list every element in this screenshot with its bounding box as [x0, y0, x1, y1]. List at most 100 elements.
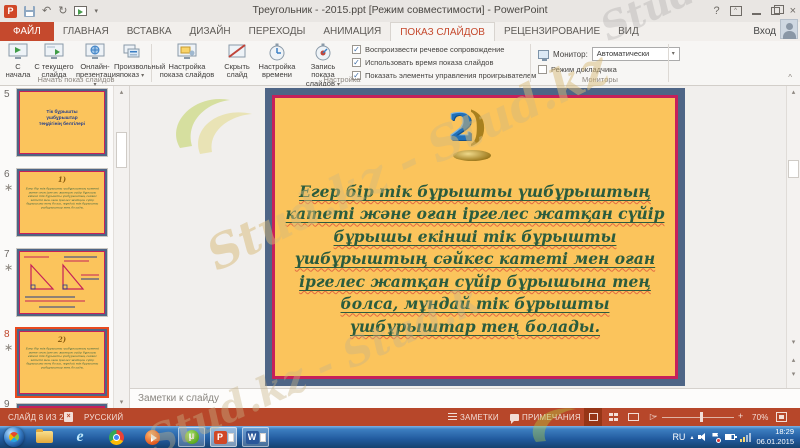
tab-insert[interactable]: ВСТАВКА — [118, 22, 181, 41]
undo-icon[interactable]: ↶ — [42, 4, 51, 18]
stopwatch-icon — [269, 43, 285, 61]
normal-view-button[interactable] — [584, 408, 602, 426]
internet-explorer-icon[interactable]: e — [68, 428, 92, 446]
file-explorer-icon[interactable] — [32, 428, 56, 446]
language-tray-indicator[interactable]: RU — [672, 432, 685, 442]
slide-editor[interactable]: ) 2 Егер бір тік бұрышты үшбұрыштың кате… — [265, 88, 685, 386]
ornament-number: 2 — [449, 107, 475, 149]
checkbox-play-narration[interactable]: ✓ Воспроизвести речевое сопровождение — [352, 45, 504, 54]
tab-review[interactable]: РЕЦЕНЗИРОВАНИЕ — [495, 22, 609, 41]
close-icon[interactable]: × — [790, 4, 796, 18]
language-indicator[interactable]: РУССКИЙ — [84, 413, 123, 422]
thumbnail-slide-8-selected[interactable]: 2) Егер бір тік бұрышты үшбұрыштың катет… — [17, 329, 107, 396]
avatar[interactable] — [780, 19, 798, 39]
minimize-icon[interactable] — [751, 7, 761, 15]
slide-body-text[interactable]: Егер бір тік бұрышты үшбұрыштың катеті ж… — [276, 181, 674, 338]
quick-access-toolbar: P ↶ ↻ ▾ — [4, 3, 98, 19]
checkbox-presenter-view[interactable]: Режим докладчика — [538, 65, 617, 74]
word-icon: W — [245, 430, 259, 444]
thumbnail-scrollbar[interactable]: ▴ ▾ — [113, 86, 129, 408]
thumbnail-slide-7[interactable] — [17, 249, 107, 316]
tab-view[interactable]: ВИД — [609, 22, 648, 41]
zoom-slider-track[interactable] — [662, 417, 734, 418]
hide-slide-icon — [228, 44, 246, 58]
scroll-up-icon[interactable]: ▴ — [114, 88, 129, 96]
notes-toggle-button[interactable]: ЗАМЕТКИ — [448, 413, 499, 422]
tab-animations[interactable]: АНИМАЦИЯ — [314, 22, 390, 41]
thumb-number: 5 — [4, 89, 10, 100]
ribbon-display-options-icon[interactable]: ^ — [729, 6, 742, 16]
fit-slide-to-window-icon[interactable] — [776, 412, 787, 422]
zoom-out-icon[interactable]: − — [652, 411, 657, 421]
scrollbar-thumb[interactable] — [788, 160, 799, 178]
checkbox-unchecked-icon — [538, 65, 547, 74]
comments-icon — [510, 414, 519, 424]
scrollbar-thumb[interactable] — [116, 132, 127, 168]
help-icon[interactable]: ? — [713, 4, 719, 18]
tray-time: 18:29 — [775, 426, 794, 436]
save-icon[interactable] — [24, 5, 35, 17]
word-taskbar-button[interactable]: W — [242, 427, 269, 447]
monitor-row: Монитор: Автоматически ▾ — [538, 47, 680, 61]
next-slide-icon[interactable]: ▾ — [787, 370, 800, 378]
zoom-in-icon[interactable]: + — [738, 411, 743, 421]
monitor-select[interactable]: Автоматически ▾ — [591, 47, 680, 61]
action-center-flag-icon[interactable] — [712, 433, 722, 443]
chrome-icon[interactable] — [104, 428, 128, 446]
window-controls: ? ^ × — [713, 3, 796, 19]
slide-sorter-view-button[interactable] — [604, 408, 622, 426]
scroll-down-icon[interactable]: ▾ — [114, 398, 129, 406]
tab-design[interactable]: ДИЗАЙН — [181, 22, 240, 41]
network-signal-icon[interactable] — [740, 432, 752, 442]
reading-view-button[interactable] — [624, 408, 642, 426]
powerpoint-icon: P — [213, 430, 227, 444]
panel-divider[interactable] — [129, 86, 130, 408]
redo-icon[interactable]: ↻ — [58, 4, 67, 18]
sign-in-button[interactable]: Вход — [753, 22, 776, 41]
notes-placeholder: Заметки к слайду — [138, 393, 219, 404]
notes-pane[interactable]: Заметки к слайду — [130, 388, 800, 408]
checkbox-checked-icon: ✓ — [352, 45, 361, 54]
collapse-ribbon-icon[interactable]: ^ — [788, 73, 792, 82]
tab-slideshow[interactable]: ПОКАЗ СЛАЙДОВ — [390, 22, 495, 41]
window-title: Треугольник - -2015.ppt [Режим совместим… — [252, 4, 548, 16]
animation-star-icon: ∗ — [4, 342, 14, 354]
slide-counter[interactable]: СЛАЙД 8 ИЗ 24 — [8, 413, 68, 422]
thumb-number: 6 — [4, 169, 10, 180]
comments-toggle-button[interactable]: ПРИМЕЧАНИЯ — [510, 413, 581, 424]
scroll-down-icon[interactable]: ▾ — [787, 338, 800, 346]
zoom-slider-thumb[interactable] — [700, 412, 703, 422]
main-scrollbar[interactable]: ▴ ▾ ▴ ▾ — [786, 86, 800, 388]
volume-icon[interactable] — [698, 433, 707, 441]
taskbar: e µ P W RU ▴ 18:29 06.01.2015 — [0, 426, 800, 448]
tray-clock[interactable]: 18:29 06.01.2015 — [756, 427, 794, 447]
triangles-diagram — [24, 256, 99, 308]
previous-slide-icon[interactable]: ▴ — [787, 356, 800, 364]
thumb-number: 9 — [4, 399, 10, 408]
restore-icon[interactable] — [770, 5, 784, 15]
ribbon-tabs: ФАЙЛ ГЛАВНАЯ ВСТАВКА ДИЗАЙН ПЕРЕХОДЫ АНИ… — [0, 19, 800, 41]
customize-qat-icon[interactable]: ▾ — [94, 7, 98, 15]
tray-expand-icon[interactable]: ▴ — [690, 434, 693, 441]
tab-transitions[interactable]: ПЕРЕХОДЫ — [240, 22, 315, 41]
start-button[interactable] — [4, 427, 24, 447]
gold-base-icon — [453, 150, 491, 161]
start-slideshow-icon[interactable] — [74, 6, 88, 16]
thumbnail-slide-5[interactable]: Тік бұрышты үшбұрыштар теңдігінің белгіл… — [17, 89, 107, 156]
zoom-level[interactable]: 70% — [752, 413, 769, 422]
media-player-icon[interactable] — [140, 428, 164, 446]
tab-home[interactable]: ГЛАВНАЯ — [54, 22, 118, 41]
powerpoint-taskbar-button[interactable]: P — [210, 427, 237, 447]
spellcheck-icon[interactable]: × — [64, 412, 73, 422]
checkbox-checked-icon: ✓ — [352, 58, 361, 67]
document-icon — [259, 432, 266, 442]
tab-file[interactable]: ФАЙЛ — [0, 22, 54, 41]
battery-icon[interactable] — [725, 434, 738, 440]
thumbnail-slide-6[interactable]: 1) Егер бір тік бұрышты үшбұрыштың катет… — [17, 169, 107, 236]
checkbox-use-timings[interactable]: ✓ Использовать время показа слайдов — [352, 58, 493, 67]
record-clock-icon — [315, 43, 331, 61]
monitor-play-icon — [44, 43, 64, 59]
title-bar: P ↶ ↻ ▾ Треугольник - -2015.ppt [Режим с… — [0, 0, 800, 22]
scroll-up-icon[interactable]: ▴ — [787, 88, 800, 96]
utorrent-taskbar-button[interactable]: µ — [178, 427, 205, 447]
